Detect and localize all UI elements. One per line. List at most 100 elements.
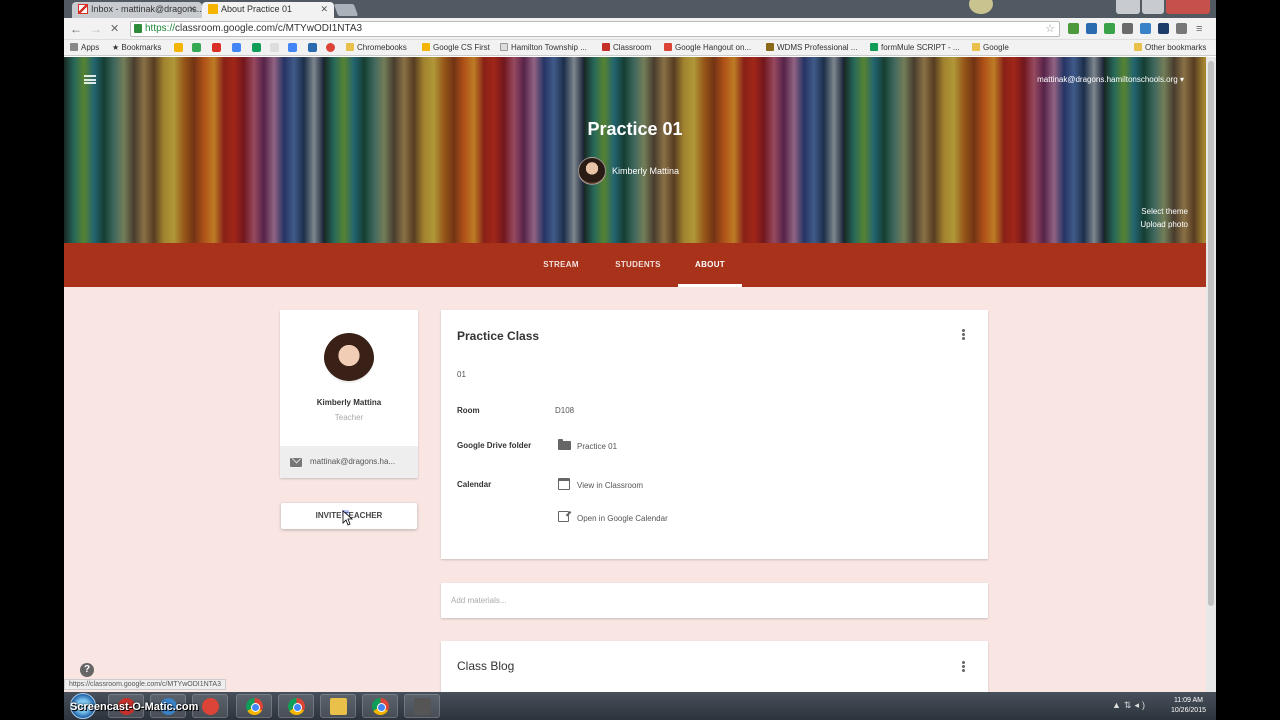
theme-links: Select theme Upload photo <box>1140 205 1188 231</box>
url-scheme: https:// <box>145 23 176 34</box>
account-menu[interactable]: mattinak@dragons.hamiltonschools.org ▾ <box>1037 75 1184 84</box>
extension-icon[interactable] <box>1104 23 1115 34</box>
bookmark-icon[interactable] <box>174 43 183 52</box>
close-window-button[interactable] <box>1166 0 1210 14</box>
bookmark-chromebooks[interactable]: Chromebooks <box>346 43 407 53</box>
apps-icon <box>70 43 78 51</box>
folder-icon <box>558 439 571 450</box>
bookmark-label: formMule SCRIPT - ... <box>881 43 960 52</box>
bookmark-label: Bookmarks <box>121 43 162 52</box>
bookmark-google[interactable]: Google <box>972 43 1009 53</box>
bookmark-icon[interactable] <box>252 43 261 52</box>
bookmark-hamilton[interactable]: Hamilton Township ... <box>500 43 587 53</box>
taskbar-explorer[interactable] <box>320 694 356 718</box>
open-google-calendar-link[interactable]: Open in Google Calendar <box>577 514 668 523</box>
account-email: mattinak@dragons.hamiltonschools.org <box>1037 75 1178 84</box>
more-vert-icon[interactable] <box>962 329 965 340</box>
clock-date: 10/26/2015 <box>1170 707 1206 714</box>
bookmarks-bar: Apps ★ Bookmarks Chromebooks Google CS F… <box>64 40 1216 56</box>
minimize-button[interactable] <box>1116 0 1140 14</box>
other-bookmarks[interactable]: Other bookmarks <box>1134 43 1206 53</box>
bookmark-icon[interactable] <box>192 43 201 52</box>
dropdown-arrow-icon: ▾ <box>1179 75 1184 84</box>
volume-icon[interactable]: ◂) <box>1134 700 1148 710</box>
tab-stream[interactable]: STREAM <box>530 243 592 287</box>
folder-icon <box>972 43 980 51</box>
close-icon[interactable]: ✕ <box>320 2 328 17</box>
scrollbar-thumb[interactable] <box>1208 61 1214 606</box>
bookmark-icon[interactable] <box>212 43 221 52</box>
tab-about-practice[interactable]: About Practice 01 ✕ <box>202 2 334 18</box>
bookmark-classroom[interactable]: Classroom <box>602 43 651 53</box>
bookmark-cs-first[interactable]: Google CS First <box>422 43 490 53</box>
bookmark-bookmarks[interactable]: ★ Bookmarks <box>112 43 161 53</box>
tab-strip: Inbox - mattinak@dragons... ✕ About Prac… <box>64 0 1216 18</box>
forward-icon[interactable]: → <box>90 22 102 36</box>
wdms-icon <box>766 43 774 51</box>
bookmark-icon[interactable] <box>288 43 297 52</box>
status-bar-url: https://classroom.google.com/c/MTYwODI1N… <box>64 679 226 690</box>
show-hidden-icon[interactable]: ▲ <box>1112 700 1124 710</box>
bookmark-icon[interactable] <box>232 43 241 52</box>
teacher-name: Kimberly Mattina <box>316 398 382 407</box>
url-text: classroom.google.com/c/MTYwODI1NTA3 <box>175 23 363 34</box>
extension-icon[interactable] <box>1086 23 1097 34</box>
select-theme-link[interactable]: Select theme <box>1140 205 1188 218</box>
add-materials-card[interactable]: Add materials... <box>441 583 988 618</box>
extension-icon[interactable] <box>1140 23 1151 34</box>
bookmark-star-icon[interactable]: ☆ <box>1045 22 1055 36</box>
browser-toolbar: ← → ✕ https://classroom.google.com/c/MTY… <box>64 18 1216 40</box>
close-icon[interactable]: ✕ <box>188 2 196 17</box>
taskbar-chrome[interactable] <box>362 694 398 718</box>
avatar <box>324 333 374 383</box>
help-icon[interactable]: ? <box>80 663 94 677</box>
view-in-classroom-link[interactable]: View in Classroom <box>577 481 643 490</box>
app-icon <box>414 698 431 715</box>
tab-students[interactable]: STUDENTS <box>604 243 672 287</box>
taskbar-chrome[interactable] <box>278 694 314 718</box>
page-scrollbar[interactable] <box>1206 57 1216 692</box>
maximize-button[interactable] <box>1142 0 1164 14</box>
teacher-email[interactable]: mattinak@dragons.ha... <box>280 446 418 478</box>
bookmark-label: Google <box>983 43 1009 52</box>
more-vert-icon[interactable] <box>962 661 965 672</box>
page-icon <box>500 43 508 51</box>
drive-folder-link[interactable]: Practice 01 <box>577 442 617 451</box>
chrome-menu-icon[interactable]: ≡ <box>1196 22 1202 36</box>
new-tab-button[interactable] <box>333 4 359 16</box>
extension-icon[interactable] <box>1176 23 1187 34</box>
bookmark-icon[interactable] <box>270 43 279 52</box>
cs-first-icon <box>422 43 430 51</box>
upload-photo-link[interactable]: Upload photo <box>1140 218 1188 231</box>
bookmark-apps[interactable]: Apps <box>70 43 99 53</box>
stop-icon[interactable]: ✕ <box>110 22 119 36</box>
hamburger-menu-icon[interactable] <box>84 75 96 84</box>
app-icon <box>202 698 219 715</box>
bookmark-formmule[interactable]: formMule SCRIPT - ... <box>870 43 960 53</box>
extension-icon[interactable] <box>1122 23 1133 34</box>
extension-icon[interactable] <box>1068 23 1079 34</box>
profile-icon[interactable] <box>969 0 993 14</box>
taskbar-chrome[interactable] <box>236 694 272 718</box>
class-section: 01 <box>457 370 466 379</box>
classroom-icon <box>602 43 610 51</box>
drive-folder-label: Google Drive folder <box>457 441 532 450</box>
bookmark-icon[interactable] <box>308 43 317 52</box>
bookmark-wdms[interactable]: WDMS Professional ... <box>766 43 857 53</box>
taskbar-app[interactable] <box>404 694 440 718</box>
extension-icon[interactable] <box>1158 23 1169 34</box>
chrome-icon <box>246 698 263 715</box>
tab-label: Inbox - mattinak@dragons... <box>91 4 202 14</box>
bookmark-icon[interactable] <box>326 43 335 52</box>
bookmark-label: WDMS Professional ... <box>777 43 858 52</box>
room-label: Room <box>457 406 480 415</box>
system-clock[interactable]: 11:09 AM 10/26/2015 <box>1171 692 1206 720</box>
back-icon[interactable]: ← <box>70 22 82 36</box>
tab-about[interactable]: ABOUT <box>678 243 742 287</box>
network-icon[interactable]: ⇅ <box>1124 700 1135 710</box>
address-bar[interactable]: https://classroom.google.com/c/MTYwODI1N… <box>130 21 1060 37</box>
folder-icon <box>346 43 354 51</box>
bookmark-hangout[interactable]: Google Hangout on... <box>664 43 751 53</box>
tab-inbox[interactable]: Inbox - mattinak@dragons... ✕ <box>72 2 202 18</box>
screen: Inbox - mattinak@dragons... ✕ About Prac… <box>0 0 1280 720</box>
